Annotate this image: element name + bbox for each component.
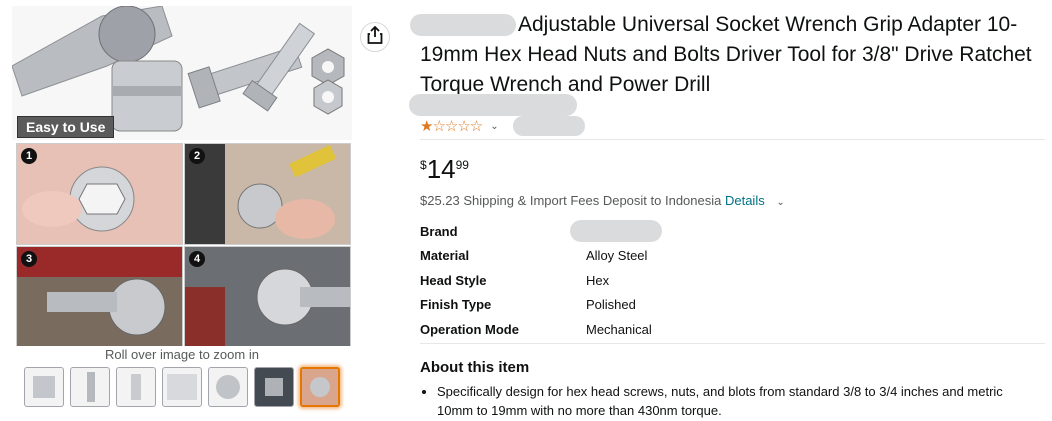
thumbnail[interactable] bbox=[24, 367, 64, 407]
thumbnail-selected[interactable] bbox=[300, 367, 340, 407]
about-bullets: Specifically design for hex head screws,… bbox=[420, 382, 1040, 420]
main-product-image[interactable]: Easy to Use 1 2 3 4 bbox=[12, 6, 352, 346]
spec-row: Operation Mode Mechanical bbox=[420, 317, 662, 342]
spec-value: Hex bbox=[586, 272, 610, 288]
chevron-down-icon[interactable]: ⌄ bbox=[490, 121, 498, 132]
spec-row: Head Style Hex bbox=[420, 268, 662, 293]
thumbnail[interactable] bbox=[70, 367, 110, 407]
spec-value: Alloy Steel bbox=[586, 248, 648, 264]
zoom-hint: Roll over image to zoom in bbox=[105, 347, 259, 362]
spec-value: Mechanical bbox=[586, 321, 652, 337]
redacted-brand-value bbox=[570, 220, 662, 243]
spec-key: Brand bbox=[420, 223, 458, 239]
price-symbol: $ bbox=[420, 158, 427, 172]
divider bbox=[420, 343, 1045, 344]
divider bbox=[420, 139, 1045, 140]
step-number: 1 bbox=[21, 148, 37, 164]
image-gallery: Easy to Use 1 2 3 4 Roll over image to z… bbox=[0, 0, 360, 421]
spec-key: Finish Type bbox=[420, 297, 492, 313]
spec-key: Operation Mode bbox=[420, 321, 519, 337]
redacted-store-link[interactable] bbox=[409, 94, 577, 116]
chevron-down-icon[interactable]: ⌄ bbox=[776, 197, 784, 208]
shipping-text: $25.23 Shipping & Import Fees Deposit to… bbox=[420, 193, 725, 208]
about-title: About this item bbox=[420, 359, 530, 376]
step-number: 4 bbox=[189, 251, 205, 267]
step-1-photo: 1 bbox=[16, 143, 183, 245]
price-whole: 14 bbox=[426, 154, 456, 184]
thumbnail[interactable] bbox=[254, 367, 294, 407]
rating-row: ★☆☆☆☆ ⌄ bbox=[420, 116, 585, 136]
step-4-photo: 4 bbox=[184, 246, 351, 346]
share-button[interactable] bbox=[360, 22, 390, 52]
shipping-details-link[interactable]: Details bbox=[725, 193, 765, 208]
thumbnail-strip bbox=[24, 367, 340, 407]
price: $1499 bbox=[420, 154, 469, 185]
spec-row: Brand bbox=[420, 219, 662, 244]
spec-row: Material Alloy Steel bbox=[420, 244, 662, 269]
thumbnail[interactable] bbox=[208, 367, 248, 407]
step-number: 3 bbox=[21, 251, 37, 267]
hero-photo: Easy to Use bbox=[12, 6, 352, 140]
step-3-photo: 3 bbox=[16, 246, 183, 346]
spec-row: Finish Type Polished bbox=[420, 293, 662, 318]
redacted-rating-count[interactable] bbox=[512, 116, 585, 136]
redacted-brand bbox=[410, 14, 516, 37]
bullet-item: Specifically design for hex head screws,… bbox=[437, 382, 1040, 420]
easy-to-use-label: Easy to Use bbox=[17, 116, 115, 138]
share-icon bbox=[367, 25, 383, 49]
spec-table: Brand Material Alloy Steel Head Style He… bbox=[420, 219, 662, 342]
spec-key: Material bbox=[420, 248, 470, 264]
price-fraction: 99 bbox=[455, 158, 469, 172]
spec-value: Polished bbox=[586, 297, 636, 313]
thumbnail[interactable] bbox=[116, 367, 156, 407]
thumbnail[interactable] bbox=[162, 367, 202, 407]
shipping-info: $25.23 Shipping & Import Fees Deposit to… bbox=[420, 193, 785, 208]
step-2-photo: 2 bbox=[184, 143, 351, 245]
step-number: 2 bbox=[189, 148, 205, 164]
star-rating[interactable]: ★☆☆☆☆ bbox=[420, 117, 483, 135]
product-title-row: Adjustable Universal Socket Wrench Grip … bbox=[410, 10, 1045, 100]
spec-key: Head Style bbox=[420, 272, 487, 288]
